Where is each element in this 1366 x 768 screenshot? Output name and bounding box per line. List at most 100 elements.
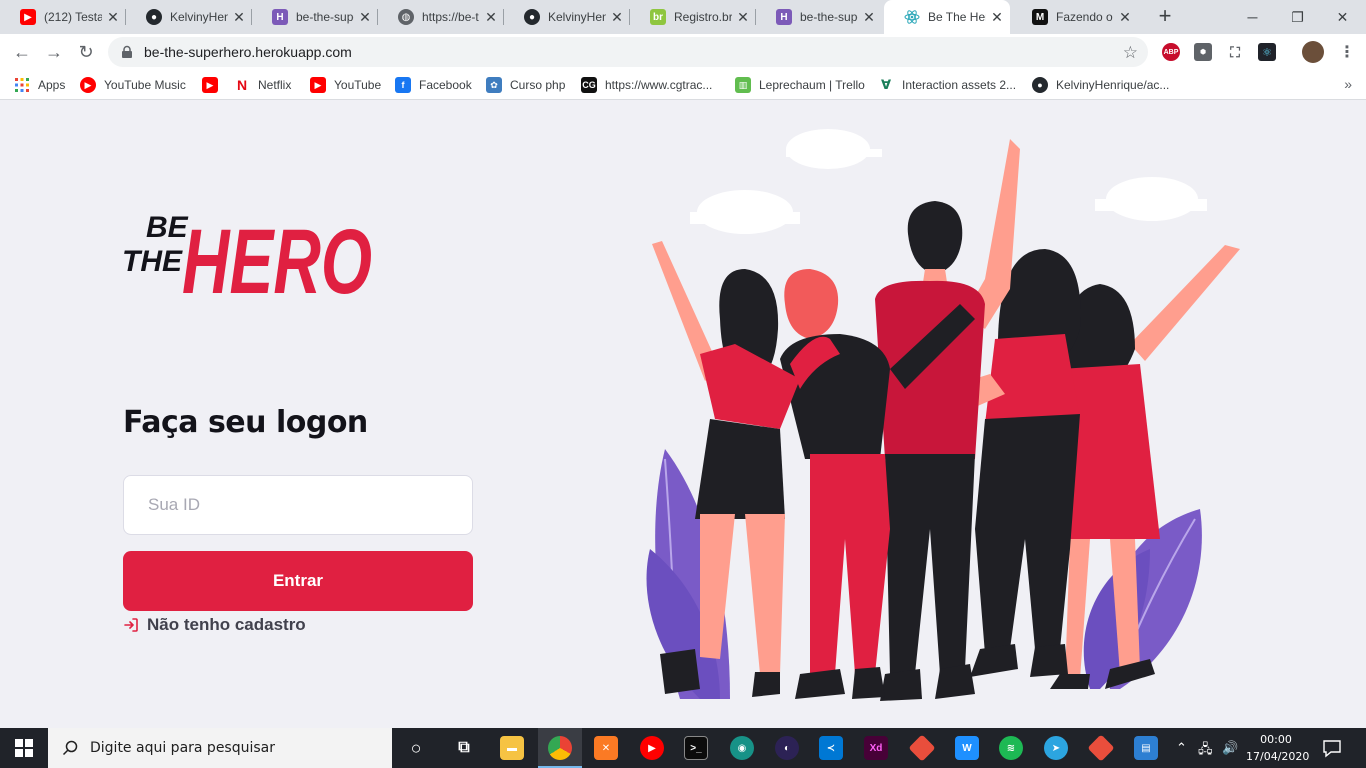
bookmark-star-icon[interactable]: ☆ xyxy=(1123,43,1138,63)
github-icon: ● xyxy=(1032,77,1048,93)
browser-tab[interactable]: ● KelvinyHenri ✕ xyxy=(504,0,630,34)
browser-tab[interactable]: ◍ https://be-t ✕ xyxy=(378,0,504,34)
php-icon: ✿ xyxy=(486,77,502,93)
id-input[interactable] xyxy=(123,475,473,535)
browser-tab-active[interactable]: Be The Hero ✕ xyxy=(884,0,1010,34)
bookmark-interaction-assets[interactable]: ∀ Interaction assets 2... xyxy=(878,76,1016,94)
reload-button[interactable]: ↻ xyxy=(74,40,98,64)
system-clock[interactable]: 00:00 17/04/2020 xyxy=(1246,731,1309,765)
menu-icon[interactable]: ⋮ xyxy=(1338,43,1356,61)
close-icon[interactable]: ✕ xyxy=(990,9,1004,26)
heroes-illustration xyxy=(646,129,1240,701)
log-in-icon xyxy=(124,618,138,632)
bookmark-youtube-2[interactable]: ▶ YouTube xyxy=(310,76,381,94)
adobe-xd-icon[interactable]: Xd xyxy=(864,736,888,760)
bookmark-apps[interactable]: Apps xyxy=(14,76,65,94)
browser-toolbar: ← → ↻ be-the-superhero.herokuapp.com ☆ A… xyxy=(0,34,1366,70)
browser-tab[interactable]: M Fazendo o d ✕ xyxy=(1012,0,1138,34)
close-icon[interactable]: ✕ xyxy=(484,9,498,26)
gitkraken-icon[interactable]: ◉ xyxy=(730,736,754,760)
apps-grid-icon xyxy=(14,77,30,93)
new-tab-button[interactable]: + xyxy=(1152,4,1178,30)
browser-tab[interactable]: H be-the-supe ✕ xyxy=(756,0,882,34)
browser-tab[interactable]: ● KelvinyHenri ✕ xyxy=(126,0,252,34)
app-window-icon[interactable]: ▤ xyxy=(1134,736,1158,760)
minimize-button[interactable]: ─ xyxy=(1230,0,1275,34)
cgtrader-icon: CG xyxy=(581,77,597,93)
youtube-icon: ▶ xyxy=(20,9,36,25)
taskbar-search[interactable]: Digite aqui para pesquisar xyxy=(48,728,392,768)
close-icon[interactable]: ✕ xyxy=(610,9,624,26)
network-icon[interactable]: 🖧 xyxy=(1198,740,1213,762)
page-content: BE THE HERO Faça seu logon Entrar Não te… xyxy=(0,101,1366,728)
browser-tab[interactable]: H be-the-supe ✕ xyxy=(252,0,378,34)
search-icon xyxy=(62,740,78,756)
close-icon[interactable]: ✕ xyxy=(736,9,750,26)
close-window-button[interactable]: ✕ xyxy=(1320,0,1365,34)
tab-title: KelvinyHenri xyxy=(170,10,228,24)
git-icon[interactable] xyxy=(1087,734,1115,762)
tab-title: Fazendo o d xyxy=(1056,10,1114,24)
tab-title: Be The Hero xyxy=(928,10,986,24)
bookmark-github[interactable]: ● KelvinyHenrique/ac... xyxy=(1032,76,1169,94)
notification-icon[interactable] xyxy=(1320,738,1344,758)
login-button[interactable]: Entrar xyxy=(123,551,473,611)
browser-tab[interactable]: br Registro.br ✕ xyxy=(630,0,756,34)
url-text: be-the-superhero.herokuapp.com xyxy=(144,44,352,60)
bookmark-youtube[interactable]: ▶ xyxy=(202,76,226,94)
telegram-icon[interactable]: ➤ xyxy=(1044,736,1068,760)
tab-title: be-the-supe xyxy=(296,10,354,24)
close-icon[interactable]: ✕ xyxy=(106,9,120,26)
task-view-icon[interactable]: ⧉ xyxy=(452,736,476,760)
cloud xyxy=(690,190,800,234)
register-link[interactable]: Não tenho cadastro xyxy=(123,615,306,635)
address-bar[interactable]: be-the-superhero.herokuapp.com ☆ xyxy=(108,37,1148,67)
github-icon: ● xyxy=(146,9,162,25)
close-icon[interactable]: ✕ xyxy=(358,9,372,26)
start-button[interactable] xyxy=(0,728,48,768)
vscode-icon[interactable]: ≺ xyxy=(819,736,843,760)
bookmark-facebook[interactable]: f Facebook xyxy=(395,76,472,94)
close-icon[interactable]: ✕ xyxy=(862,9,876,26)
terminal-icon[interactable]: >_ xyxy=(684,736,708,760)
wps-icon[interactable]: W xyxy=(955,736,979,760)
react-devtools-icon[interactable]: ⚛ xyxy=(1258,43,1276,61)
github-icon: ● xyxy=(524,9,540,25)
cortana-icon[interactable]: ○ xyxy=(404,736,428,760)
spotify-icon[interactable]: ≋ xyxy=(999,736,1023,760)
close-icon[interactable]: ✕ xyxy=(232,9,246,26)
volume-icon[interactable]: 🔊 xyxy=(1222,740,1238,756)
chrome-icon[interactable] xyxy=(548,736,572,760)
bookmark-youtube-music[interactable]: ▶ YouTube Music xyxy=(80,76,186,94)
chevron-right-icon[interactable]: » xyxy=(1344,76,1352,92)
bookmark-cgtrader[interactable]: CG https://www.cgtrac... xyxy=(581,76,712,94)
bookmark-curso-php[interactable]: ✿ Curso php xyxy=(486,76,565,94)
chevron-up-icon[interactable]: ⌃ xyxy=(1176,740,1187,756)
be-the-hero-logo: BE THE HERO xyxy=(122,211,372,303)
registrobr-icon: br xyxy=(650,9,666,25)
youtube-music-icon[interactable]: ▶ xyxy=(640,736,664,760)
eclipse-icon[interactable]: ◐ xyxy=(775,736,799,760)
screenshot-icon[interactable]: ⛶ xyxy=(1226,43,1244,61)
profile-avatar[interactable] xyxy=(1302,41,1324,63)
restore-button[interactable]: ❐ xyxy=(1275,0,1320,34)
adblock-icon[interactable]: ABP xyxy=(1162,43,1180,61)
youtube-icon: ▶ xyxy=(202,77,218,93)
bookmark-trello[interactable]: ▥ Leprechaum | Trello xyxy=(735,76,865,94)
browser-tab[interactable]: ▶ (212) Testan ✕ xyxy=(0,0,126,34)
heroku-icon: H xyxy=(776,9,792,25)
extension-icon[interactable]: ⬢ xyxy=(1194,43,1212,61)
tab-title: https://be-t xyxy=(422,10,479,24)
file-explorer-icon[interactable]: ▬ xyxy=(500,736,524,760)
git-icon[interactable] xyxy=(908,734,936,762)
forward-button[interactable]: → xyxy=(42,40,66,64)
xampp-icon[interactable]: ✕ xyxy=(594,736,618,760)
tab-title: Registro.br xyxy=(674,10,732,24)
medium-icon: M xyxy=(1032,9,1048,25)
close-icon[interactable]: ✕ xyxy=(1118,9,1132,26)
browser-tab-strip: ▶ (212) Testan ✕ ● KelvinyHenri ✕ H be-t… xyxy=(0,0,1366,34)
bookmark-netflix[interactable]: N Netflix xyxy=(234,76,291,94)
back-button[interactable]: ← xyxy=(10,40,34,64)
windows-taskbar: Digite aqui para pesquisar ○ ⧉ ▬ ✕ ▶ >_ … xyxy=(0,728,1366,768)
page-title: Faça seu logon xyxy=(123,405,368,440)
